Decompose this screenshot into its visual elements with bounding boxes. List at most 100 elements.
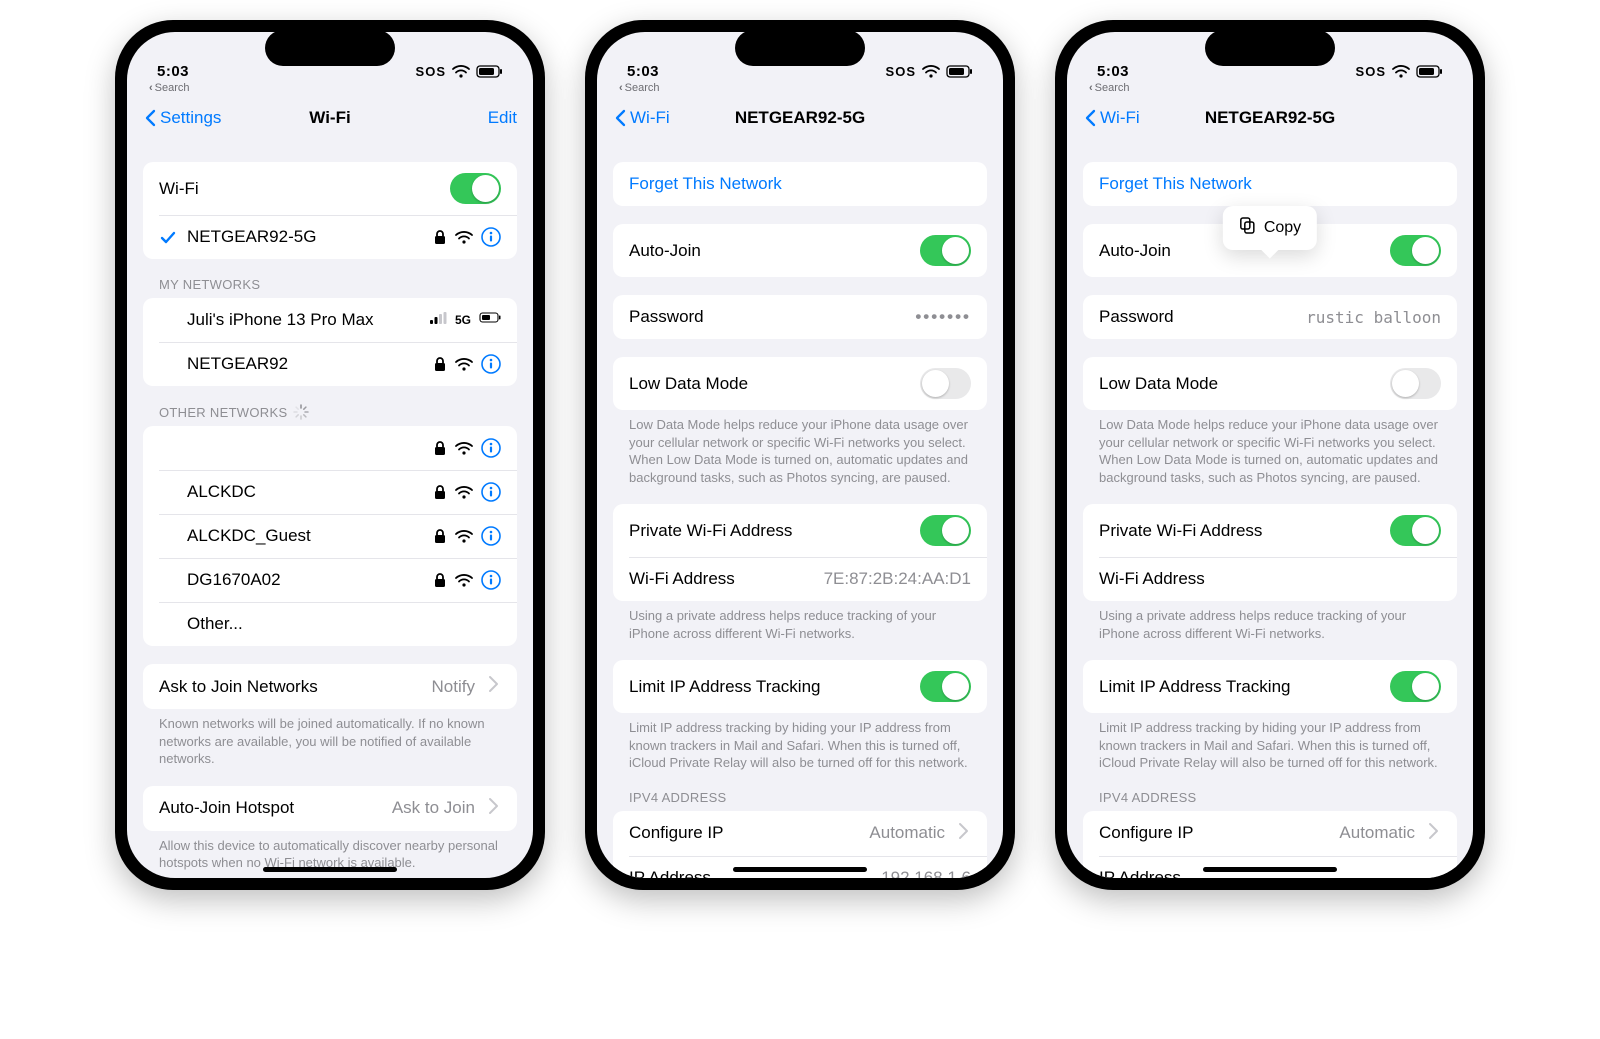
lock-icon [433,484,447,500]
configure-ip-button[interactable]: Configure IP Automatic [613,811,987,856]
status-time: 5:03 [627,63,659,80]
dynamic-island [265,30,395,66]
phone-2: 5:03 SOS Search Wi-Fi NETGEAR92-5G Forge… [585,20,1015,890]
five-g-label: 5G [455,313,471,327]
nav-bar: Settings Wi-Fi Edit [127,96,533,140]
lock-icon [433,229,447,245]
home-indicator[interactable] [733,867,867,872]
breadcrumb-back[interactable]: Search [1089,82,1130,94]
wifi-toggle-row: Wi-Fi [143,162,517,215]
private-address-footer: Using a private address helps reduce tra… [613,601,987,642]
section-header: OTHER NETWORKS [143,404,517,426]
nav-edit-button[interactable]: Edit [488,108,517,128]
password-masked: ••••••• [915,307,971,327]
checkmark-icon [159,230,177,245]
low-data-row: Low Data Mode [613,357,987,410]
low-data-toggle[interactable] [1390,368,1441,399]
wifi-toggle[interactable] [450,173,501,204]
low-data-footer: Low Data Mode helps reduce your iPhone d… [1083,410,1457,486]
nav-back-button[interactable]: Wi-Fi [1083,108,1140,128]
network-row[interactable] [143,426,517,470]
wifi-address-row: Wi-Fi Address [1083,557,1457,601]
chevron-right-icon [1425,822,1441,845]
spinner-icon [293,404,309,420]
private-address-row: Private Wi-Fi Address [613,504,987,557]
wifi-signal-icon [455,357,473,372]
chevron-right-icon [485,797,501,820]
wifi-signal-icon [455,441,473,456]
network-row[interactable]: Juli's iPhone 13 Pro Max 5G [143,298,517,342]
limit-ip-toggle[interactable] [920,671,971,702]
status-time: 5:03 [157,63,189,80]
limit-ip-row: Limit IP Address Tracking [613,660,987,713]
nav-bar: Wi-Fi NETGEAR92-5G [597,96,1003,140]
private-address-toggle[interactable] [1390,515,1441,546]
battery-icon [946,63,973,80]
nav-title: Wi-Fi [309,108,350,128]
private-address-row: Private Wi-Fi Address [1083,504,1457,557]
lock-icon [433,572,447,588]
dynamic-island [1205,30,1335,66]
wifi-signal-icon [455,529,473,544]
copy-icon [1239,216,1256,240]
wifi-address-row: Wi-Fi Address 7E:87:2B:24:AA:D1 [613,557,987,601]
info-button[interactable] [481,354,501,374]
chevron-right-icon [955,822,971,845]
private-address-footer: Using a private address helps reduce tra… [1083,601,1457,642]
info-button[interactable] [481,570,501,590]
phone-1: 5:03 SOS Search Settings Wi-Fi Edit Wi-F… [115,20,545,890]
low-data-toggle[interactable] [920,368,971,399]
other-network-button[interactable]: Other... [143,602,517,646]
wifi-signal-icon [455,230,473,245]
auto-join-hotspot-footer: Allow this device to automatically disco… [143,831,517,872]
auto-join-hotspot-button[interactable]: Auto-Join Hotspot Ask to Join [143,786,517,831]
info-button[interactable] [481,227,501,247]
phone-3: 5:03 SOS Search Wi-Fi NETGEAR92-5G Forge… [1055,20,1485,890]
forget-network-button[interactable]: Forget This Network [1083,162,1457,206]
battery-icon [1416,63,1443,80]
info-button[interactable] [481,482,501,502]
ask-to-join-button[interactable]: Ask to Join Networks Notify [143,664,517,709]
limit-ip-footer: Limit IP address tracking by hiding your… [613,713,987,772]
breadcrumb-back[interactable]: Search [619,82,660,94]
wifi-icon [452,64,470,79]
password-value: rustic balloon [1306,308,1441,327]
network-row[interactable]: ALCKDC_Guest [143,514,517,558]
network-row[interactable]: NETGEAR92 [143,342,517,386]
sos-label: SOS [1356,64,1386,79]
network-row[interactable]: ALCKDC [143,470,517,514]
section-header: MY NETWORKS [143,277,517,298]
nav-back-button[interactable]: Settings [143,108,221,128]
password-row[interactable]: Password rustic balloon [1083,295,1457,339]
network-row[interactable]: DG1670A02 [143,558,517,602]
ask-to-join-footer: Known networks will be joined automatica… [143,709,517,768]
lock-icon [433,528,447,544]
nav-title: NETGEAR92-5G [735,108,865,128]
limit-ip-row: Limit IP Address Tracking [1083,660,1457,713]
configure-ip-button[interactable]: Configure IP Automatic [1083,811,1457,856]
auto-join-row: Auto-Join [613,224,987,277]
home-indicator[interactable] [263,867,397,872]
dynamic-island [735,30,865,66]
password-row[interactable]: Password ••••••• [613,295,987,339]
wifi-icon [922,64,940,79]
private-address-toggle[interactable] [920,515,971,546]
nav-back-button[interactable]: Wi-Fi [613,108,670,128]
auto-join-toggle[interactable] [1390,235,1441,266]
wifi-icon [1392,64,1410,79]
connected-network-row[interactable]: NETGEAR92-5G [143,215,517,259]
breadcrumb-back[interactable]: Search [149,82,190,94]
info-button[interactable] [481,526,501,546]
status-time: 5:03 [1097,63,1129,80]
copy-popover[interactable]: Copy [1223,206,1317,250]
forget-network-button[interactable]: Forget This Network [613,162,987,206]
limit-ip-toggle[interactable] [1390,671,1441,702]
home-indicator[interactable] [1203,867,1337,872]
ipv4-header: IPV4 ADDRESS [1083,790,1457,811]
low-data-footer: Low Data Mode helps reduce your iPhone d… [613,410,987,486]
info-button[interactable] [481,438,501,458]
battery-icon [476,63,503,80]
ipv4-header: IPV4 ADDRESS [613,790,987,811]
auto-join-toggle[interactable] [920,235,971,266]
nav-title: NETGEAR92-5G [1205,108,1335,128]
